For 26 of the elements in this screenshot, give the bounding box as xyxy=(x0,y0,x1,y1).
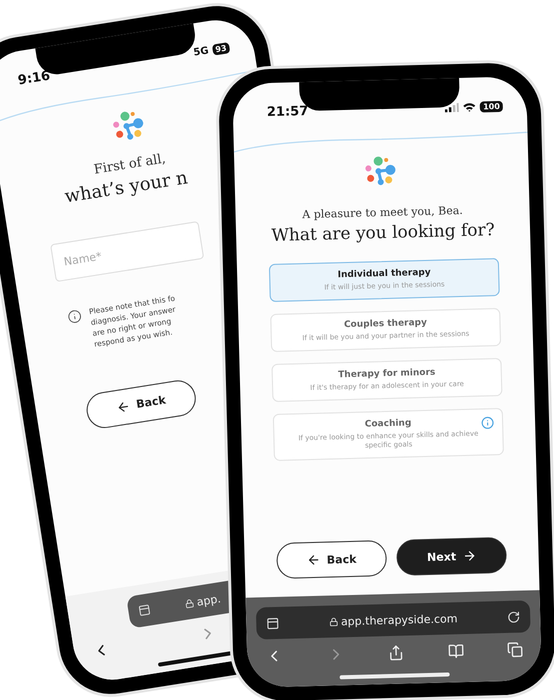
status-time: 21:57 xyxy=(266,103,308,120)
arrow-left-icon xyxy=(306,552,321,568)
info-icon[interactable] xyxy=(480,416,494,430)
share-icon[interactable] xyxy=(388,644,404,662)
status-time: 9:16 xyxy=(16,68,52,88)
reload-icon[interactable] xyxy=(507,610,520,624)
bookmarks-icon[interactable] xyxy=(447,643,464,660)
heading-text: What are you looking for? xyxy=(271,220,495,246)
page-menu-icon[interactable] xyxy=(138,603,152,618)
info-icon xyxy=(66,308,83,325)
url-text: app. xyxy=(196,592,222,608)
tabs-icon[interactable] xyxy=(506,642,524,658)
lock-icon xyxy=(184,598,194,608)
url-bar[interactable]: app.therapyside.com xyxy=(256,600,531,640)
next-button[interactable]: Next xyxy=(396,536,508,576)
greeting-text: A pleasure to meet you, Bea. xyxy=(302,204,463,222)
page-menu-icon[interactable] xyxy=(266,616,280,630)
battery-level: 93 xyxy=(212,42,230,56)
lock-icon xyxy=(328,616,338,626)
network-label: 5G xyxy=(192,44,210,58)
battery-level: 100 xyxy=(480,100,503,112)
back-button[interactable]: Back xyxy=(276,540,388,579)
signal-icon xyxy=(445,102,460,112)
url-text: app.therapyside.com xyxy=(340,612,458,628)
intro-text: First of all, xyxy=(92,152,167,178)
wifi-icon xyxy=(463,102,476,112)
